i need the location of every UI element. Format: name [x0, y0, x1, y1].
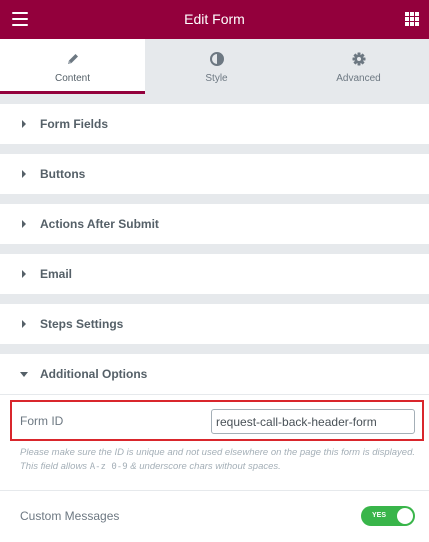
- section-label: Email: [40, 267, 73, 281]
- section-form-fields[interactable]: Form Fields: [0, 104, 429, 144]
- grid-icon[interactable]: [405, 12, 419, 26]
- section-steps-settings[interactable]: Steps Settings: [0, 304, 429, 344]
- form-id-label: Form ID: [20, 414, 64, 428]
- section-label: Steps Settings: [40, 317, 124, 331]
- gear-icon: [352, 52, 365, 66]
- panel-header: Edit Form: [0, 0, 429, 39]
- tab-label: Advanced: [336, 73, 381, 84]
- note-text: & underscore chars without spaces.: [127, 461, 281, 472]
- form-id-input[interactable]: [211, 409, 415, 434]
- half-circle-icon: [209, 52, 224, 66]
- caret-right-icon: [22, 320, 26, 328]
- toggle-text: YES: [372, 512, 387, 519]
- tab-content[interactable]: Content: [0, 39, 145, 94]
- tab-label: Content: [54, 73, 91, 84]
- caret-right-icon: [22, 220, 26, 228]
- section-email[interactable]: Email: [0, 254, 429, 294]
- custom-messages-label: Custom Messages: [20, 509, 120, 523]
- section-actions-after-submit[interactable]: Actions After Submit: [0, 204, 429, 244]
- panel-tabs: Content Style Advanced: [0, 39, 429, 94]
- divider: [0, 394, 429, 395]
- tab-advanced[interactable]: Advanced: [288, 39, 429, 94]
- section-label: Buttons: [40, 167, 86, 181]
- section-additional-options[interactable]: Additional Options: [0, 354, 429, 394]
- tab-style[interactable]: Style: [145, 39, 288, 94]
- caret-right-icon: [22, 170, 26, 178]
- panel-title: Edit Form: [184, 11, 245, 27]
- caret-right-icon: [22, 120, 26, 128]
- form-id-description: Please make sure the ID is unique and no…: [20, 446, 415, 474]
- section-label: Additional Options: [40, 367, 148, 381]
- caret-down-icon: [20, 372, 28, 377]
- toggle-knob: [397, 508, 413, 524]
- section-buttons[interactable]: Buttons: [0, 154, 429, 194]
- section-label: Form Fields: [40, 117, 109, 131]
- pencil-icon: [67, 54, 78, 64]
- caret-right-icon: [22, 270, 26, 278]
- custom-messages-toggle[interactable]: YES: [361, 506, 415, 526]
- note-code: A-z 0-9: [89, 462, 128, 472]
- tab-label: Style: [205, 73, 228, 84]
- section-label: Actions After Submit: [40, 217, 159, 231]
- divider: [0, 490, 429, 491]
